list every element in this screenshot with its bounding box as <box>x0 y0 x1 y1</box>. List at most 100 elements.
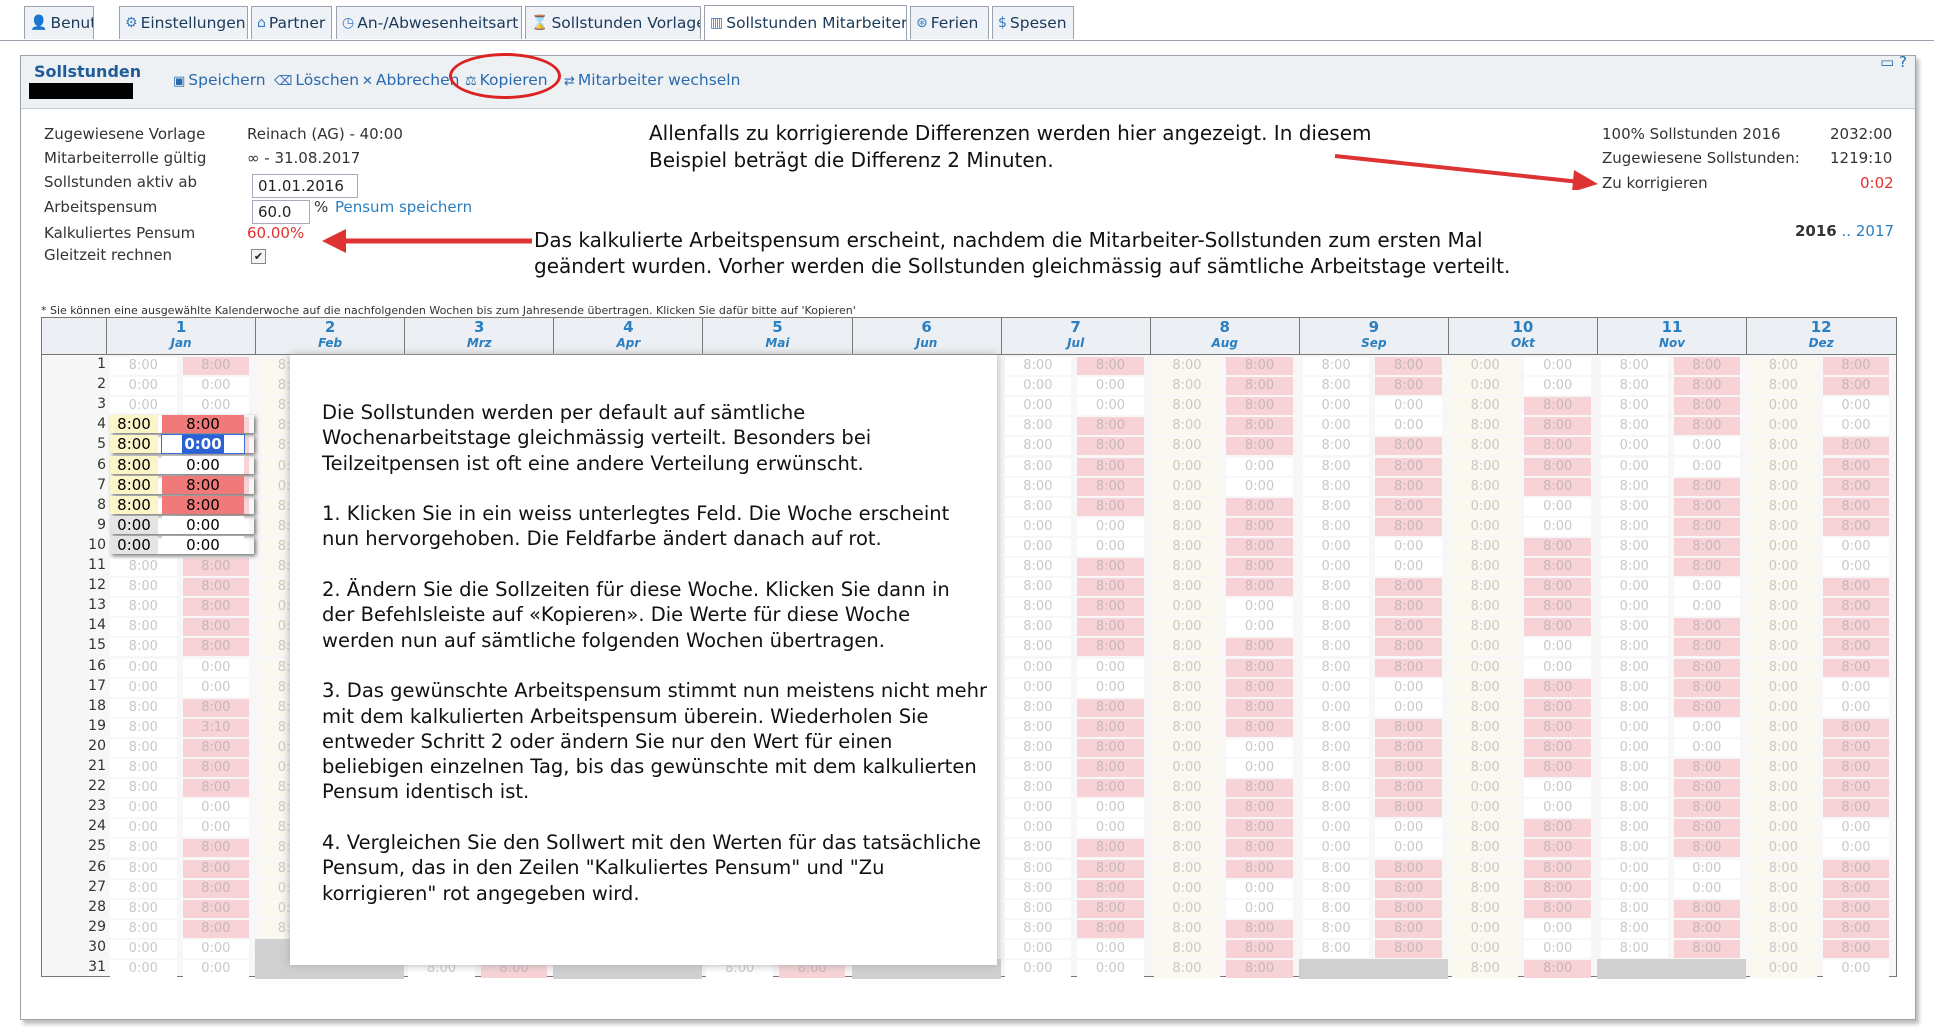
target-hours-cell[interactable]: 8:00 <box>1673 638 1741 657</box>
target-hours-cell[interactable]: 8:00 <box>1375 598 1442 617</box>
target-hours-cell[interactable]: 8:00 <box>1375 477 1442 496</box>
target-hours-cell[interactable]: 8:00 <box>1375 859 1442 878</box>
help-icon[interactable]: ? <box>1899 53 1907 71</box>
target-hours-cell[interactable]: 0:00 <box>1524 939 1591 958</box>
target-hours-cell[interactable]: 8:00 <box>1822 578 1890 597</box>
target-hours-cell[interactable]: 8:00 <box>182 779 250 798</box>
save-button[interactable]: ▣ Speichern <box>173 71 266 89</box>
target-hours-cell[interactable]: 0:00 <box>1822 558 1890 576</box>
target-hours-cell[interactable]: 8:00 <box>1226 799 1293 818</box>
target-hours-cell[interactable]: 8:00 <box>182 919 250 938</box>
tab-partner[interactable]: ⌂ Partner <box>251 6 332 39</box>
target-hours-cell[interactable]: 0:00 <box>182 819 250 838</box>
target-hours-cell[interactable]: 8:00 <box>1524 678 1591 697</box>
week-target-input[interactable]: 0:00 <box>162 515 244 534</box>
target-hours-cell[interactable]: 0:00 <box>1822 678 1890 697</box>
target-hours-cell[interactable]: 0:00 <box>1375 678 1442 697</box>
target-hours-cell[interactable]: 0:00 <box>1077 658 1144 677</box>
target-hours-cell[interactable]: 8:00 <box>1375 618 1442 637</box>
target-hours-cell[interactable]: 8:00 <box>1524 819 1591 838</box>
target-hours-cell[interactable]: 8:00 <box>1375 899 1442 918</box>
target-hours-cell[interactable]: 8:00 <box>1524 960 1591 978</box>
target-hours-cell[interactable]: 8:00 <box>1375 497 1442 516</box>
target-hours-cell[interactable]: 8:00 <box>1524 558 1591 576</box>
target-hours-cell[interactable]: 8:00 <box>1822 377 1890 396</box>
target-hours-cell[interactable]: 8:00 <box>182 558 250 576</box>
target-hours-cell[interactable]: 0:00 <box>1375 397 1442 416</box>
target-hours-cell[interactable]: 8:00 <box>1375 759 1442 777</box>
target-hours-cell[interactable]: 8:00 <box>1226 939 1293 958</box>
target-hours-cell[interactable]: 0:00 <box>1673 718 1741 737</box>
selected-week-row[interactable]: 0:00 0:00 <box>110 515 254 534</box>
target-hours-cell[interactable]: 8:00 <box>1822 919 1890 938</box>
target-hours-cell[interactable]: 8:00 <box>1077 437 1144 456</box>
target-hours-cell[interactable]: 8:00 <box>1375 377 1442 396</box>
collapse-icon[interactable]: ▭ <box>1880 53 1894 71</box>
target-hours-cell[interactable]: 8:00 <box>1375 658 1442 677</box>
target-hours-cell[interactable]: 8:00 <box>1673 799 1741 818</box>
target-hours-cell[interactable]: 8:00 <box>1375 578 1442 597</box>
target-hours-cell[interactable]: 8:00 <box>1524 598 1591 617</box>
target-hours-cell[interactable]: 8:00 <box>1673 417 1741 436</box>
tab-sollstunden-vorlage[interactable]: ⌛ Sollstunden Vorlage <box>525 6 701 39</box>
target-hours-cell[interactable]: 8:00 <box>1077 718 1144 737</box>
target-hours-cell[interactable]: 8:00 <box>1524 759 1591 777</box>
target-hours-cell[interactable]: 8:00 <box>182 578 250 597</box>
selected-week-row[interactable]: 8:00 0:00 <box>110 455 254 474</box>
target-hours-cell[interactable]: 8:00 <box>1226 678 1293 697</box>
target-hours-cell[interactable]: 0:00 <box>1524 799 1591 818</box>
target-hours-cell[interactable]: 8:00 <box>1524 537 1591 556</box>
target-hours-cell[interactable]: 8:00 <box>1226 437 1293 456</box>
target-hours-cell[interactable]: 0:00 <box>182 960 250 978</box>
target-hours-cell[interactable]: 8:00 <box>1822 618 1890 637</box>
target-hours-cell[interactable]: 8:00 <box>1226 698 1293 717</box>
target-hours-cell[interactable]: 8:00 <box>1822 799 1890 818</box>
target-hours-cell[interactable]: 0:00 <box>1226 759 1293 777</box>
target-hours-cell[interactable]: 8:00 <box>1524 859 1591 878</box>
target-hours-cell[interactable]: 8:00 <box>1822 477 1890 496</box>
target-hours-cell[interactable]: 0:00 <box>1077 799 1144 818</box>
week-target-input[interactable]: 0:00 <box>162 535 244 554</box>
target-hours-cell[interactable]: 0:00 <box>1822 960 1890 978</box>
target-hours-cell[interactable]: 8:00 <box>182 859 250 878</box>
target-hours-cell[interactable]: 8:00 <box>1226 718 1293 737</box>
pensum-input[interactable]: 60.0 <box>252 200 310 224</box>
target-hours-cell[interactable]: 8:00 <box>1226 578 1293 597</box>
target-hours-cell[interactable]: 0:00 <box>1077 397 1144 416</box>
target-hours-cell[interactable]: 0:00 <box>1822 537 1890 556</box>
target-hours-cell[interactable]: 8:00 <box>1673 537 1741 556</box>
target-hours-cell[interactable]: 8:00 <box>1673 658 1741 677</box>
target-hours-cell[interactable]: 0:00 <box>1226 457 1293 476</box>
target-hours-cell[interactable]: 0:00 <box>1077 819 1144 838</box>
target-hours-cell[interactable]: 0:00 <box>1375 839 1442 858</box>
target-hours-cell[interactable]: 0:00 <box>1524 658 1591 677</box>
target-hours-cell[interactable]: 8:00 <box>182 598 250 617</box>
target-hours-cell[interactable]: 0:00 <box>1524 517 1591 536</box>
target-hours-cell[interactable]: 8:00 <box>1077 457 1144 476</box>
target-hours-cell[interactable]: 8:00 <box>182 738 250 757</box>
target-hours-cell[interactable]: 8:00 <box>1375 457 1442 476</box>
target-hours-cell[interactable]: 8:00 <box>1524 397 1591 416</box>
target-hours-cell[interactable]: 0:00 <box>1524 497 1591 516</box>
target-hours-cell[interactable]: 0:00 <box>1077 377 1144 396</box>
target-hours-cell[interactable]: 8:00 <box>1524 899 1591 918</box>
target-hours-cell[interactable]: 8:00 <box>1822 517 1890 536</box>
cancel-button[interactable]: ✕ Abbrechen <box>362 71 459 89</box>
target-hours-cell[interactable]: 8:00 <box>1524 437 1591 456</box>
target-hours-cell[interactable]: 3:10 <box>182 718 250 737</box>
target-hours-cell[interactable]: 0:00 <box>1226 477 1293 496</box>
week-target-input[interactable]: 0:00 <box>161 434 245 455</box>
target-hours-cell[interactable]: 8:00 <box>1375 738 1442 757</box>
target-hours-cell[interactable]: 8:00 <box>1822 718 1890 737</box>
target-hours-cell[interactable]: 8:00 <box>1077 899 1144 918</box>
target-hours-cell[interactable]: 8:00 <box>1673 618 1741 637</box>
target-hours-cell[interactable]: 8:00 <box>1822 658 1890 677</box>
target-hours-cell[interactable]: 8:00 <box>1077 578 1144 597</box>
target-hours-cell[interactable]: 0:00 <box>1673 598 1741 617</box>
target-hours-cell[interactable]: 0:00 <box>1524 357 1591 375</box>
tab-sollstunden-mitarbeiter[interactable]: ▥ Sollstunden Mitarbeiter <box>704 5 907 40</box>
target-hours-cell[interactable]: 8:00 <box>1673 397 1741 416</box>
target-hours-cell[interactable]: 8:00 <box>182 839 250 858</box>
target-hours-cell[interactable]: 8:00 <box>1375 799 1442 818</box>
target-hours-cell[interactable]: 8:00 <box>1822 899 1890 918</box>
